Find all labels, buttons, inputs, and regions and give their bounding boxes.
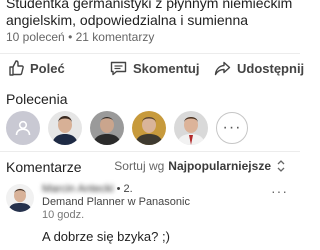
recommend-button[interactable]: Poleć — [8, 54, 65, 82]
comment-author-name[interactable]: Marcin Antecki — [42, 183, 114, 195]
comments-title: Komentarze — [6, 159, 82, 175]
thumbs-up-icon — [9, 60, 24, 76]
share-button[interactable]: Udostępnij — [214, 54, 304, 82]
connection-degree: • 2. — [116, 183, 133, 195]
avatar-recommender[interactable] — [48, 111, 82, 145]
person-icon — [15, 120, 31, 136]
share-arrow-icon — [214, 61, 231, 75]
avatar-photo — [6, 184, 34, 212]
comment-author-headline: Demand Planner w Panasonic — [42, 196, 190, 208]
comment-label: Skomentuj — [133, 60, 200, 76]
recommend-label: Poleć — [30, 60, 65, 76]
avatar-photo — [132, 111, 166, 145]
avatar-photo — [48, 111, 82, 145]
comment-more-options-button[interactable]: ··· — [271, 183, 288, 199]
avatar-recommender[interactable] — [132, 111, 166, 145]
comment-icon — [110, 61, 127, 75]
avatar-photo — [90, 111, 124, 145]
post-headline: Studentka germanistyki z płynnym niemiec… — [6, 0, 296, 29]
post-headline-line1: Studentka germanistyki z płynnym niemiec… — [6, 0, 296, 11]
sort-prefix: Sortuj wg — [114, 159, 165, 173]
share-label: Udostępnij — [237, 60, 305, 76]
comment-author-avatar[interactable] — [6, 184, 34, 212]
post-headline-line2: angielskim, odpowiedzialna i sumienna — [6, 12, 249, 28]
chevron-up-down-icon — [277, 160, 285, 172]
comment-text: A dobrze się bzyka? ;) — [42, 229, 170, 244]
comment-timestamp: 10 godz. — [42, 209, 85, 221]
comment-author[interactable]: Marcin Antecki • 2. — [42, 183, 133, 195]
comment-button[interactable]: Skomentuj — [110, 54, 199, 82]
recommend-count[interactable]: 10 poleceń — [6, 30, 65, 44]
section-divider — [0, 151, 300, 152]
avatar-photo — [174, 111, 208, 145]
avatar-placeholder[interactable] — [6, 111, 40, 145]
comment-count[interactable]: 21 komentarzy — [76, 30, 155, 44]
more-recommenders-button[interactable]: ··· — [216, 112, 248, 144]
more-icon: ··· — [222, 119, 242, 136]
recommendations-title: Polecenia — [6, 91, 68, 107]
stats-separator: • — [68, 30, 73, 44]
avatar-recommender[interactable] — [90, 111, 124, 145]
post-stats[interactable]: 10 poleceń • 21 komentarzy — [6, 30, 154, 44]
sort-value: Najpopularniejsze — [168, 159, 271, 173]
sort-dropdown[interactable]: Sortuj wg Najpopularniejsze — [114, 159, 286, 173]
action-bar: Poleć Skomentuj Udostępnij — [0, 53, 304, 82]
avatar-recommender[interactable] — [174, 111, 208, 145]
